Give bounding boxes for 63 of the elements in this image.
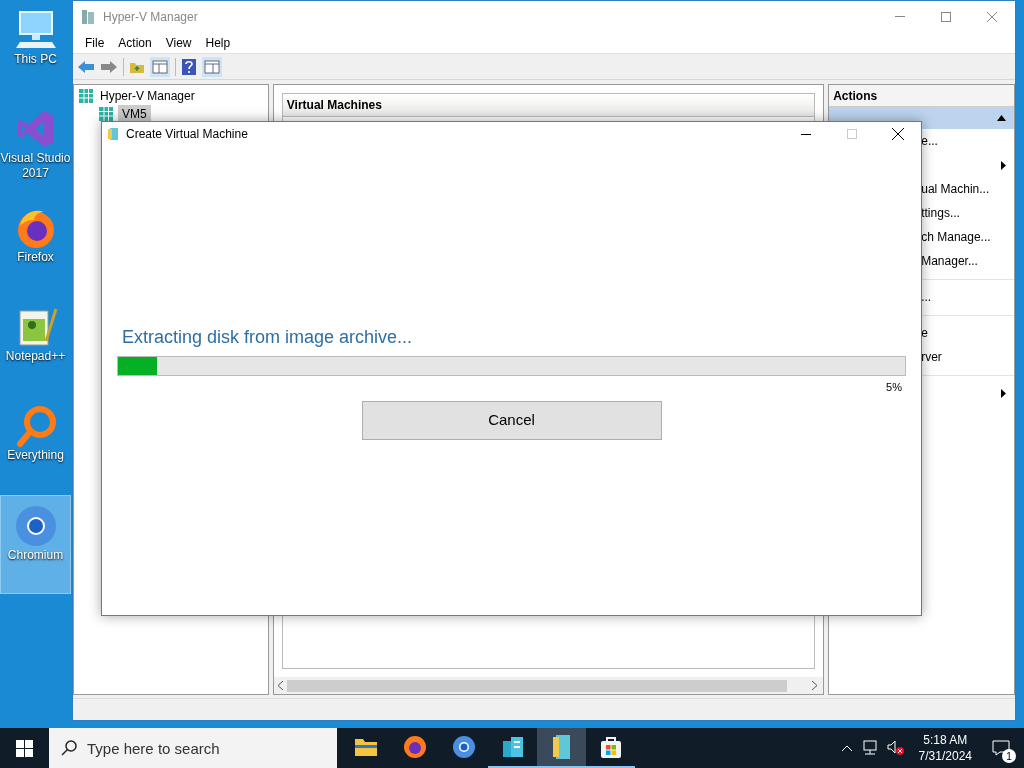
windows-logo-icon[interactable]: [16, 739, 33, 757]
server-icon: [550, 734, 573, 760]
window-title: Hyper-V Manager: [103, 8, 198, 26]
shortcut-label: Everything: [7, 448, 64, 463]
desktop-shortcut[interactable]: Firefox: [0, 198, 71, 297]
muted-speaker-icon[interactable]: [886, 740, 905, 756]
notification-center[interactable]: 1: [986, 733, 1016, 763]
submenu-arrow-icon[interactable]: [1001, 160, 1006, 170]
desktop-shortcut[interactable]: This PC: [0, 0, 71, 99]
menu-item[interactable]: File: [81, 33, 109, 52]
dialog-title: Create Virtual Machine: [126, 126, 248, 143]
shortcut-label: Notepad++: [5, 349, 66, 364]
actions-header: Actions: [829, 85, 1014, 107]
server-grid-icon: [78, 88, 94, 104]
maximize-icon[interactable]: [941, 11, 951, 22]
horizontal-scrollbar[interactable]: [273, 677, 824, 694]
clock-time[interactable]: 5:18 AM: [923, 732, 968, 748]
desktop-shortcut[interactable]: Visual Studio 2017: [0, 99, 71, 198]
pane-action-link[interactable]: e: [921, 324, 928, 342]
shopping-bag-icon: [598, 735, 623, 759]
menu-item[interactable]: Help: [201, 33, 235, 52]
progress-percent: 5%: [886, 380, 902, 395]
pane-action-link[interactable]: ...: [921, 288, 932, 306]
chromium-icon: [13, 504, 58, 548]
shortcut-label: This PC: [14, 52, 57, 67]
server-icon: [107, 127, 119, 141]
search-icon: [61, 740, 77, 756]
menu-item[interactable]: View: [161, 33, 196, 52]
submenu-arrow-icon[interactable]: [1001, 388, 1006, 398]
close-icon[interactable]: [892, 128, 904, 140]
menu-item[interactable]: Action: [114, 33, 156, 52]
chromium-icon: [451, 735, 476, 759]
pane-action-link[interactable]: ch Manage...: [921, 228, 991, 246]
clock-date[interactable]: 7/31/2024: [918, 748, 972, 764]
pane-action-link[interactable]: Manager...: [921, 252, 978, 270]
collapse-caret-icon[interactable]: [997, 115, 1006, 121]
panel-icon[interactable]: [202, 56, 222, 77]
section-header: Virtual Machines: [281, 93, 816, 117]
tree-item[interactable]: Hyper-V Manager: [98, 87, 197, 105]
fox-globe-icon: [402, 735, 427, 759]
server-icon: [81, 8, 95, 25]
pane-action-link[interactable]: e...: [921, 132, 938, 150]
panel-icon[interactable]: [150, 56, 170, 77]
shortcut-label: Visual Studio 2017: [0, 151, 71, 181]
help-icon[interactable]: [181, 57, 197, 76]
pane-action-link[interactable]: ttings...: [921, 204, 960, 222]
network-icon[interactable]: [860, 740, 879, 756]
shortcut-label: Firefox: [17, 250, 54, 265]
status-message: Extracting disk from image archive...: [121, 326, 414, 349]
maximize-icon: [847, 129, 857, 139]
search-field[interactable]: Type here to search: [49, 728, 337, 768]
desktop-shortcut[interactable]: Notepad++: [0, 297, 71, 396]
chevron-up-icon[interactable]: [840, 744, 853, 752]
shortcut-label: Chromium: [7, 548, 64, 563]
folder-icon: [353, 736, 378, 758]
cancel-button[interactable]: Cancel: [361, 400, 662, 440]
pane-action-link[interactable]: rver: [921, 348, 942, 366]
server-stack-icon: [500, 735, 525, 759]
pane-action-link[interactable]: ual Machin...: [921, 180, 990, 198]
notification-count: 1: [1002, 749, 1016, 763]
back-arrow-icon[interactable]: [77, 59, 95, 74]
forward-arrow-icon[interactable]: [100, 59, 118, 74]
desktop-shortcut[interactable]: Everything: [0, 396, 71, 495]
